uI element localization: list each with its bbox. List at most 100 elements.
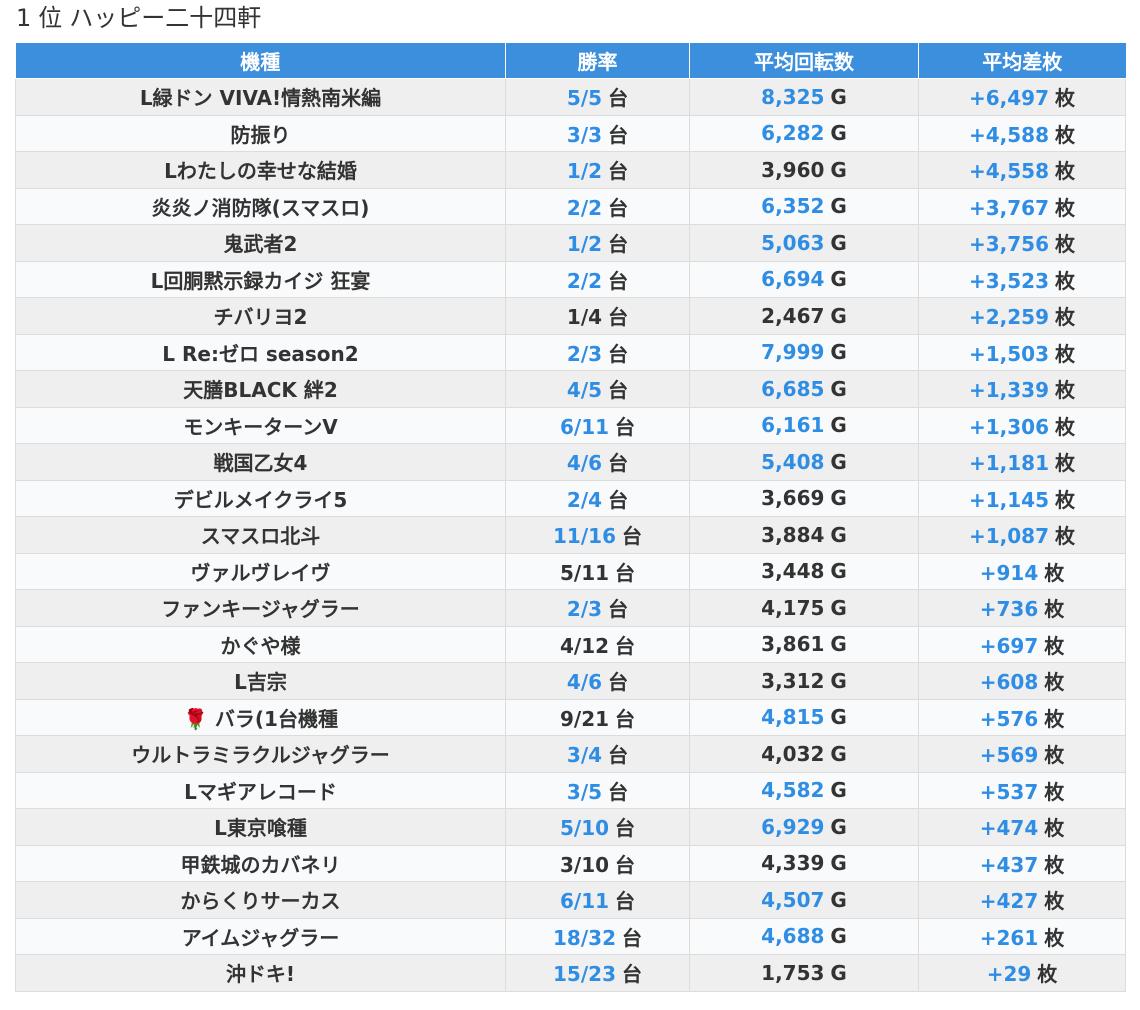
table-row[interactable]: L吉宗 4/6 台 3,312 G +608 枚 — [15, 662, 1126, 700]
cell-model[interactable]: ヴァルヴレイヴ — [15, 552, 506, 590]
cell-model[interactable]: L回胴黙示録カイジ 狂宴 — [15, 260, 506, 298]
cell-win-rate: 3/3 台 — [505, 114, 690, 152]
cell-model[interactable]: Lわたしの幸せな結婚 — [15, 151, 506, 189]
table-row[interactable]: モンキーターンV 6/11 台 6,161 G +1,306 枚 — [15, 406, 1126, 444]
table-row[interactable]: 沖ドキ! 15/23 台 1,753 G +29 枚 — [15, 954, 1126, 992]
cell-win-rate: 2/3 台 — [505, 333, 690, 371]
cell-win-rate: 2/4 台 — [505, 479, 690, 517]
table-row[interactable]: L Re:ゼロ season2 2/3 台 7,999 G +1,503 枚 — [15, 333, 1126, 371]
table-row[interactable]: Lマギアレコード 3/5 台 4,582 G +537 枚 — [15, 771, 1126, 809]
table-row[interactable]: 甲鉄城のカバネリ 3/10 台 4,339 G +437 枚 — [15, 844, 1126, 882]
cell-win-rate: 11/16 台 — [505, 516, 690, 554]
table-row[interactable]: L回胴黙示録カイジ 狂宴 2/2 台 6,694 G +3,523 枚 — [15, 260, 1126, 298]
cell-avg-diff: +1,306 枚 — [918, 406, 1126, 444]
cell-win-rate: 4/6 台 — [505, 443, 690, 481]
table-row[interactable]: チバリヨ2 1/4 台 2,467 G +2,259 枚 — [15, 297, 1126, 335]
avg-games-value: 7,999 — [761, 340, 825, 365]
win-rate-unit: 台 — [608, 487, 629, 512]
win-rate-value: 4/12 — [559, 633, 610, 658]
table-row[interactable]: ウルトラミラクルジャグラー 3/4 台 4,032 G +569 枚 — [15, 735, 1126, 773]
cell-avg-diff: +1,145 枚 — [918, 479, 1126, 517]
win-rate-unit: 台 — [621, 962, 642, 987]
cell-model[interactable]: デビルメイクライ5 — [15, 479, 506, 517]
table-row[interactable]: 炎炎ノ消防隊(スマスロ) 2/2 台 6,352 G +3,767 枚 — [15, 187, 1126, 225]
avg-games-value: 5,408 — [761, 449, 825, 474]
win-rate-value: 3/10 — [559, 852, 610, 877]
table-row[interactable]: からくりサーカス 6/11 台 4,507 G +427 枚 — [15, 881, 1126, 919]
cell-model[interactable]: アイムジャグラー — [15, 917, 506, 955]
avg-diff-value: +1,339 — [968, 378, 1050, 403]
table-row[interactable]: L緑ドン VIVA!情熱南米編 5/5 台 8,325 G +6,497 枚 — [15, 78, 1126, 116]
win-rate-value: 3/4 — [566, 743, 603, 768]
cell-model[interactable]: ファンキージャグラー — [15, 589, 506, 627]
avg-diff-unit: 枚 — [1044, 560, 1065, 585]
table-row[interactable]: 鬼武者2 1/2 台 5,063 G +3,756 枚 — [15, 224, 1126, 262]
win-rate-unit: 台 — [615, 706, 636, 731]
avg-diff-unit: 枚 — [1055, 378, 1076, 403]
cell-model[interactable]: 甲鉄城のカバネリ — [15, 844, 506, 882]
header-win-rate[interactable]: 勝率 — [505, 43, 690, 79]
cell-model[interactable]: モンキーターンV — [15, 406, 506, 444]
cell-model[interactable]: 天膳BLACK 絆2 — [15, 370, 506, 408]
avg-diff-value: +576 — [979, 706, 1039, 731]
win-rate-value: 4/5 — [566, 378, 603, 403]
cell-model[interactable]: L吉宗 — [15, 662, 506, 700]
avg-diff-unit: 枚 — [1055, 195, 1076, 220]
avg-diff-unit: 枚 — [1044, 597, 1065, 622]
cell-model[interactable]: からくりサーカス — [15, 881, 506, 919]
cell-model[interactable]: ウルトラミラクルジャグラー — [15, 735, 506, 773]
cell-model[interactable]: 防振り — [15, 114, 506, 152]
avg-diff-value: +4,588 — [968, 122, 1050, 147]
table-row[interactable]: ヴァルヴレイヴ 5/11 台 3,448 G +914 枚 — [15, 552, 1126, 590]
cell-model[interactable]: Lマギアレコード — [15, 771, 506, 809]
avg-diff-value: +29 — [986, 962, 1032, 987]
table-row[interactable]: デビルメイクライ5 2/4 台 3,669 G +1,145 枚 — [15, 479, 1126, 517]
cell-avg-games: 6,352 G — [689, 187, 919, 225]
avg-diff-value: +569 — [979, 743, 1039, 768]
table-row[interactable]: L東京喰種 5/10 台 6,929 G +474 枚 — [15, 808, 1126, 846]
table-row[interactable]: ファンキージャグラー 2/3 台 4,175 G +736 枚 — [15, 589, 1126, 627]
avg-games-value: 6,685 — [761, 376, 825, 401]
cell-avg-games: 4,688 G — [689, 917, 919, 955]
cell-model[interactable]: 🌹 バラ(1台機種 — [15, 698, 506, 736]
cell-model[interactable]: L東京喰種 — [15, 808, 506, 846]
win-rate-unit: 台 — [615, 560, 636, 585]
avg-games-unit: G — [830, 741, 847, 766]
cell-model[interactable]: L緑ドン VIVA!情熱南米編 — [15, 78, 506, 116]
avg-diff-value: +736 — [979, 597, 1039, 622]
win-rate-unit: 台 — [621, 925, 642, 950]
avg-diff-value: +1,145 — [968, 487, 1050, 512]
win-rate-value: 4/6 — [566, 670, 603, 695]
cell-win-rate: 1/2 台 — [505, 151, 690, 189]
table-row[interactable]: Lわたしの幸せな結婚 1/2 台 3,960 G +4,558 枚 — [15, 151, 1126, 189]
cell-win-rate: 18/32 台 — [505, 917, 690, 955]
header-model[interactable]: 機種 — [15, 43, 506, 79]
cell-model[interactable]: 沖ドキ! — [15, 954, 506, 992]
cell-avg-games: 6,685 G — [689, 370, 919, 408]
table-row[interactable]: かぐや様 4/12 台 3,861 G +697 枚 — [15, 625, 1126, 663]
header-avg-games[interactable]: 平均回転数 — [689, 43, 919, 79]
cell-model[interactable]: 鬼武者2 — [15, 224, 506, 262]
table-row[interactable]: 天膳BLACK 絆2 4/5 台 6,685 G +1,339 枚 — [15, 370, 1126, 408]
cell-model[interactable]: チバリヨ2 — [15, 297, 506, 335]
cell-model[interactable]: L Re:ゼロ season2 — [15, 333, 506, 371]
cell-model[interactable]: 戦国乙女4 — [15, 443, 506, 481]
cell-avg-games: 6,694 G — [689, 260, 919, 298]
table-row[interactable]: スマスロ北斗 11/16 台 3,884 G +1,087 枚 — [15, 516, 1126, 554]
header-avg-diff[interactable]: 平均差枚 — [918, 43, 1126, 79]
table-row[interactable]: 🌹 バラ(1台機種 9/21 台 4,815 G +576 枚 — [15, 698, 1126, 736]
avg-diff-unit: 枚 — [1055, 487, 1076, 512]
win-rate-value: 3/3 — [566, 122, 603, 147]
cell-win-rate: 1/2 台 — [505, 224, 690, 262]
avg-games-value: 8,325 — [761, 84, 825, 109]
cell-model[interactable]: 炎炎ノ消防隊(スマスロ) — [15, 187, 506, 225]
cell-model[interactable]: スマスロ北斗 — [15, 516, 506, 554]
avg-games-value: 4,032 — [761, 741, 825, 766]
win-rate-unit: 台 — [608, 159, 629, 184]
table-row[interactable]: 防振り 3/3 台 6,282 G +4,588 枚 — [15, 114, 1126, 152]
avg-games-value: 3,884 — [761, 522, 825, 547]
table-row[interactable]: 戦国乙女4 4/6 台 5,408 G +1,181 枚 — [15, 443, 1126, 481]
table-row[interactable]: アイムジャグラー 18/32 台 4,688 G +261 枚 — [15, 917, 1126, 955]
cell-model[interactable]: かぐや様 — [15, 625, 506, 663]
avg-games-value: 5,063 — [761, 230, 825, 255]
